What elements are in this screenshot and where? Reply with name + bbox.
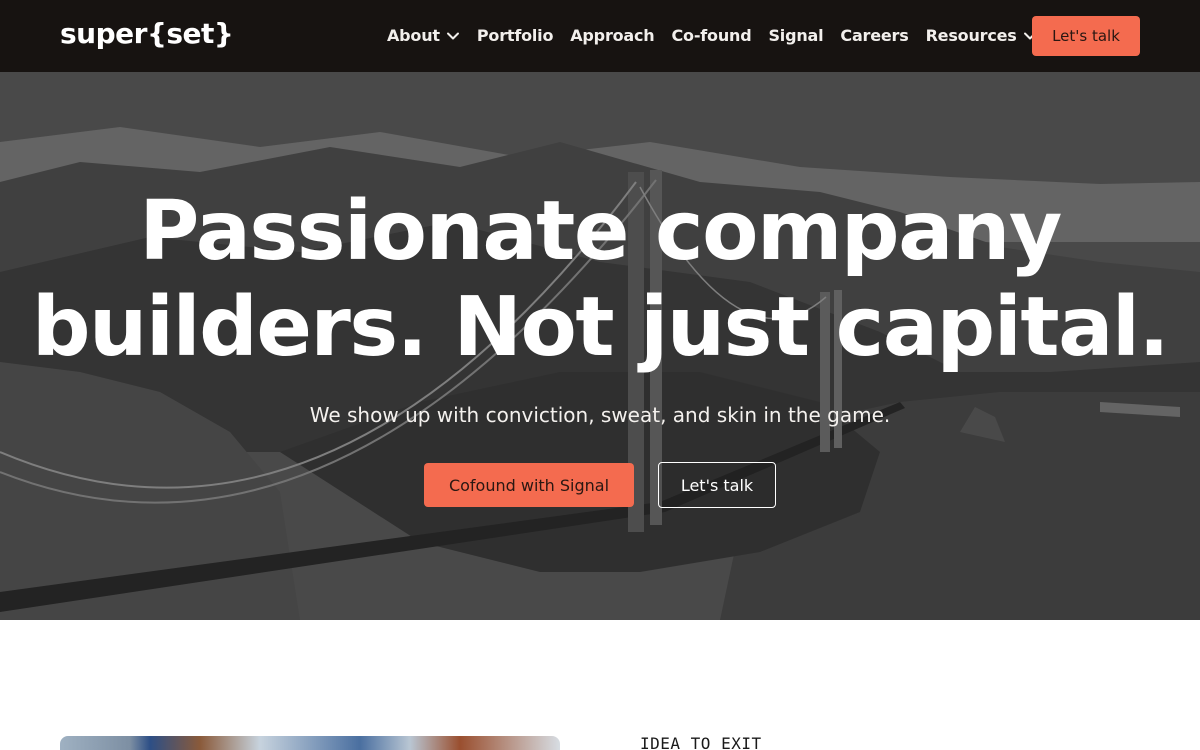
section-eyebrow: IDEA TO EXIT xyxy=(640,734,762,750)
hero-section: Passionate company builders. Not just ca… xyxy=(0,72,1200,620)
hero-title-line-2: builders. Not just capital. xyxy=(31,280,1170,375)
cofound-with-signal-button[interactable]: Cofound with Signal xyxy=(424,463,634,507)
lets-talk-hero-button[interactable]: Let's talk xyxy=(658,462,776,508)
nav-links: About Portfolio Approach Co-found Signal… xyxy=(387,24,1054,48)
nav-item-approach[interactable]: Approach xyxy=(570,24,654,48)
chevron-down-icon xyxy=(446,29,460,43)
nav-item-label: About xyxy=(387,26,440,45)
nav-item-label: Signal xyxy=(768,26,824,45)
nav-item-careers[interactable]: Careers xyxy=(840,24,908,48)
logo[interactable]: super{set} xyxy=(60,16,234,52)
hero-subtitle: We show up with conviction, sweat, and s… xyxy=(309,403,891,427)
top-nav: super{set} About Portfolio Approach Co-f… xyxy=(0,0,1200,72)
nav-item-signal[interactable]: Signal xyxy=(768,24,823,48)
hero-title: Passionate company builders. Not just ca… xyxy=(0,184,1200,376)
nav-item-label: Resources xyxy=(925,26,1017,45)
nav-item-label: Careers xyxy=(840,26,909,45)
nav-item-about[interactable]: About xyxy=(387,24,460,48)
nav-item-portfolio[interactable]: Portfolio xyxy=(476,24,554,48)
nav-item-label: Approach xyxy=(570,26,655,45)
office-photo xyxy=(60,736,560,750)
nav-item-co-found[interactable]: Co-found xyxy=(672,24,752,48)
hero-title-line-1: Passionate company xyxy=(139,184,1062,279)
nav-item-label: Portfolio xyxy=(476,26,554,45)
nav-item-label: Co-found xyxy=(671,26,752,45)
nav-item-resources[interactable]: Resources xyxy=(926,24,1037,48)
lets-talk-nav-button[interactable]: Let's talk xyxy=(1032,16,1140,56)
